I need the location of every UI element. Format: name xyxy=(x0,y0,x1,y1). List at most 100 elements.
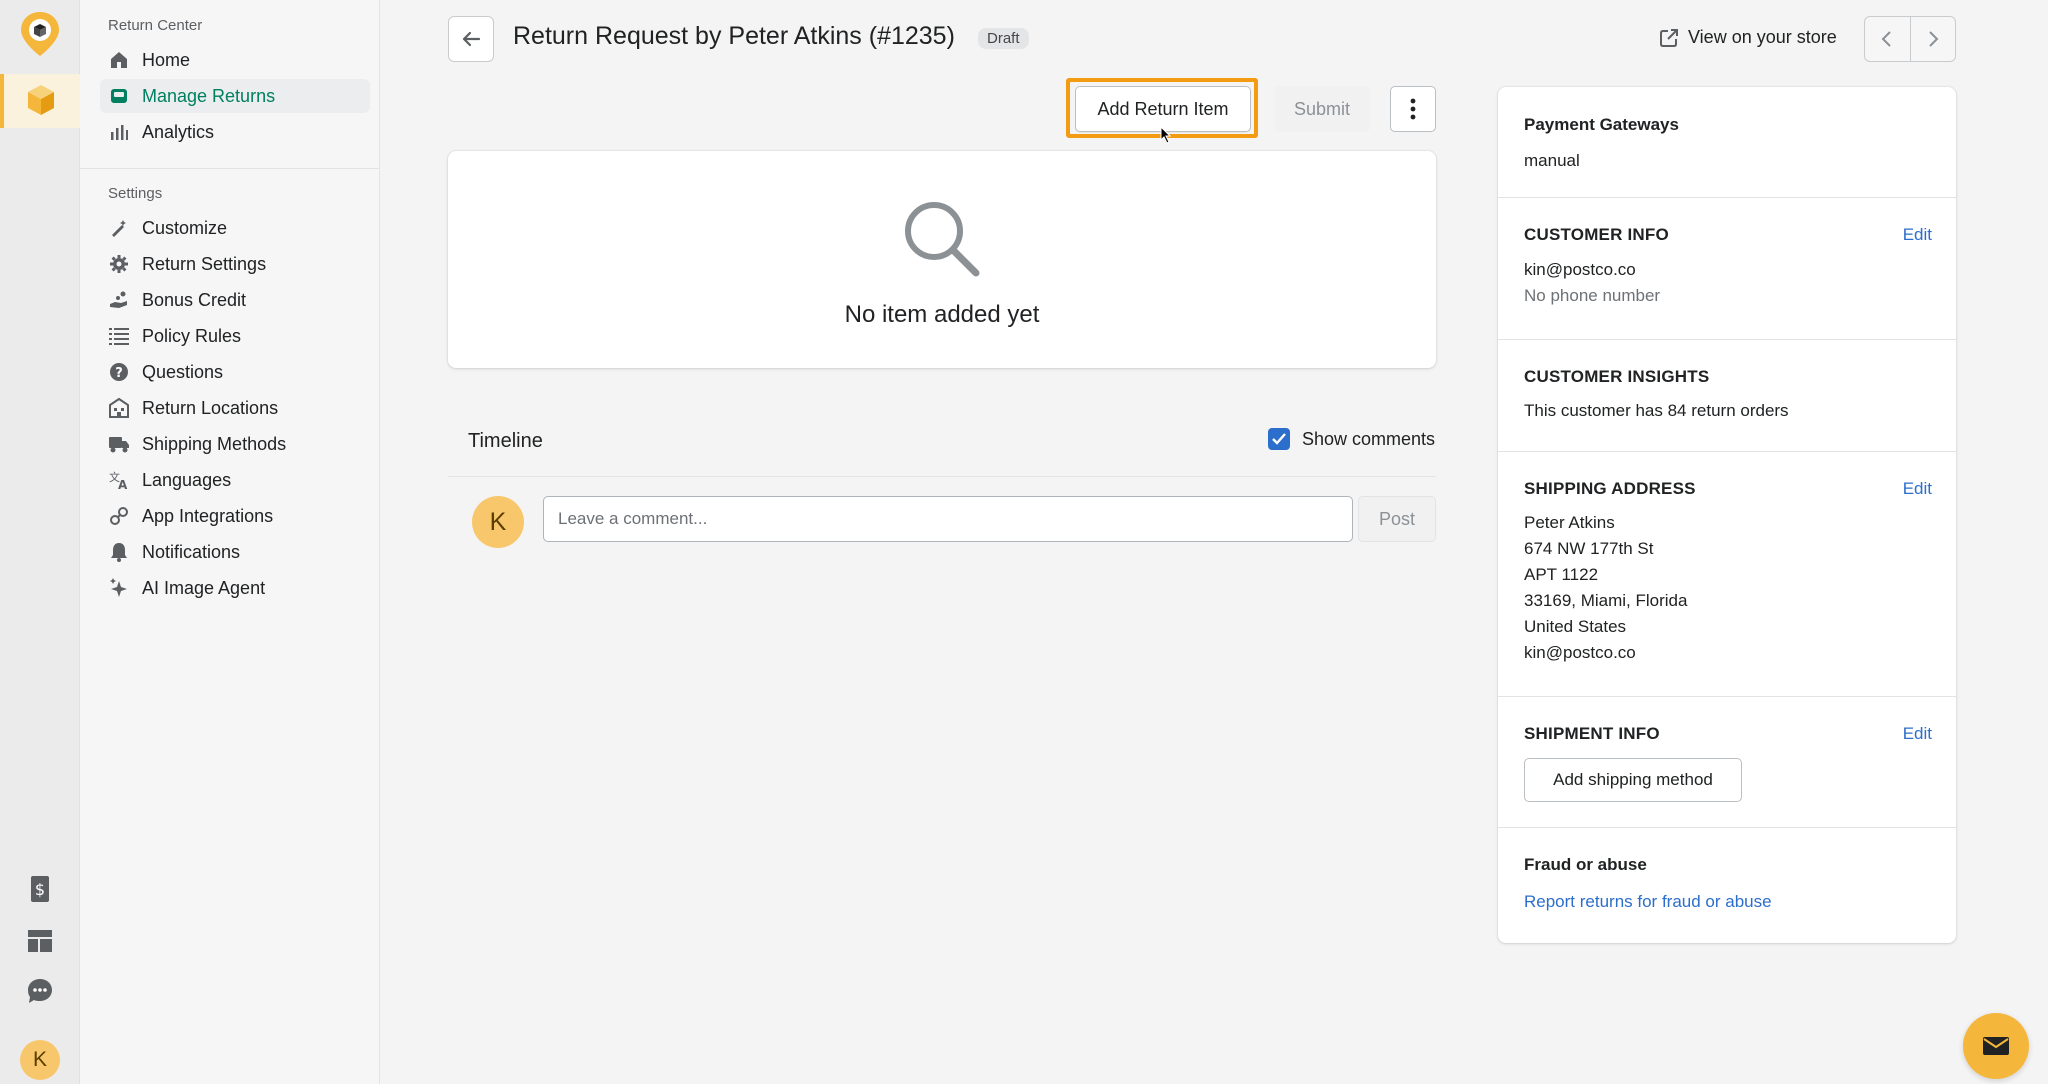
truck-icon xyxy=(108,433,130,455)
inbox-icon xyxy=(108,85,130,107)
sidebar-item-questions[interactable]: ? Questions xyxy=(100,355,370,389)
sidebar-item-return-locations[interactable]: Return Locations xyxy=(100,391,370,425)
show-comments-label: Show comments xyxy=(1302,428,1436,449)
envelope-icon xyxy=(1983,1037,2009,1055)
svg-text:?: ? xyxy=(115,366,123,381)
shipping-address-section: SHIPPING ADDRESS Edit Peter Atkins 674 N… xyxy=(1498,451,1956,696)
status-badge: Draft xyxy=(978,28,1029,49)
shipping-address-edit-link[interactable]: Edit xyxy=(1903,479,1932,499)
view-store-link[interactable]: View on your store xyxy=(1660,27,1837,48)
shipment-info-edit-link[interactable]: Edit xyxy=(1903,724,1932,744)
sidebar-item-home[interactable]: Home xyxy=(100,43,370,77)
more-actions-button[interactable] xyxy=(1390,86,1436,132)
sidebar-item-label: Return Locations xyxy=(142,397,279,418)
nav-section-return-center: Return Center xyxy=(108,17,203,34)
sidebar-item-label: Shipping Methods xyxy=(142,433,287,454)
address-line: Peter Atkins xyxy=(1524,513,1615,532)
fraud-title: Fraud or abuse xyxy=(1524,855,1647,874)
submit-button[interactable]: Submit xyxy=(1274,86,1370,132)
details-panel: Payment Gateways manual CUSTOMER INFO Ed… xyxy=(1498,87,1956,943)
sidebar-item-ai-image-agent[interactable]: AI Image Agent xyxy=(100,571,370,605)
shipping-address-title: SHIPPING ADDRESS xyxy=(1524,479,1696,498)
icon-rail: $ K xyxy=(0,0,80,1084)
magic-wand-icon xyxy=(108,217,130,239)
check-icon xyxy=(1272,433,1286,445)
sidebar-item-manage-returns[interactable]: Manage Returns xyxy=(100,79,370,113)
hand-coins-icon xyxy=(108,289,130,311)
customer-info-section: CUSTOMER INFO Edit kin@postco.co No phon… xyxy=(1498,197,1956,339)
payment-gateways-title: Payment Gateways xyxy=(1524,115,1679,134)
customer-email: kin@postco.co xyxy=(1524,260,1636,279)
sidebar-item-policy-rules[interactable]: Policy Rules xyxy=(100,319,370,353)
magnifier-icon xyxy=(905,202,980,277)
return-items-card: No item added yet xyxy=(448,151,1436,368)
comment-avatar: K xyxy=(472,496,524,548)
sidebar-item-label: App Integrations xyxy=(142,505,274,526)
address-line: 33169, Miami, Florida xyxy=(1524,591,1688,610)
sidebar-item-customize[interactable]: Customize xyxy=(100,211,370,245)
report-fraud-link[interactable]: Report returns for fraud or abuse xyxy=(1524,892,1772,912)
post-button[interactable]: Post xyxy=(1358,496,1436,542)
sidebar-item-notifications[interactable]: Notifications xyxy=(100,535,370,569)
sidebar-item-label: Home xyxy=(142,49,191,70)
gear-icon xyxy=(108,253,130,275)
chevron-right-icon xyxy=(1929,31,1939,47)
sidebar-item-label: Notifications xyxy=(142,541,241,562)
home-icon xyxy=(108,49,130,71)
next-button[interactable] xyxy=(1911,17,1956,61)
sidebar-item-return-settings[interactable]: Return Settings xyxy=(100,247,370,281)
sparkle-icon xyxy=(108,577,130,599)
fraud-section: Fraud or abuse Report returns for fraud … xyxy=(1498,827,1956,943)
checkbox-checked[interactable] xyxy=(1268,428,1290,450)
sidebar-item-analytics[interactable]: Analytics xyxy=(100,115,370,149)
bar-chart-icon xyxy=(108,121,130,143)
sidebar-item-label: Questions xyxy=(142,361,224,382)
layout-icon[interactable] xyxy=(25,926,55,956)
svg-text:A: A xyxy=(118,478,128,490)
customer-info-edit-link[interactable]: Edit xyxy=(1903,225,1932,245)
sidebar-item-languages[interactable]: 文A Languages xyxy=(100,463,370,497)
sidebar-item-shipping-methods[interactable]: Shipping Methods xyxy=(100,427,370,461)
box-icon xyxy=(28,85,54,115)
nav-sidebar: Return Center Home Manage Returns Analyt… xyxy=(80,0,380,1084)
comment-input[interactable] xyxy=(543,496,1353,542)
arrow-left-icon xyxy=(462,31,481,47)
sidebar-item-label: Customize xyxy=(142,217,228,238)
address-email: kin@postco.co xyxy=(1524,643,1636,662)
timeline-divider xyxy=(448,476,1436,477)
page-title: Return Request by Peter Atkins (#1235) xyxy=(513,22,955,50)
shipment-info-section: SHIPMENT INFO Edit Add shipping method xyxy=(1498,696,1956,827)
customer-insights-section: CUSTOMER INSIGHTS This customer has 84 r… xyxy=(1498,339,1956,451)
sidebar-item-label: Return Settings xyxy=(142,253,267,274)
customer-insights-title: CUSTOMER INSIGHTS xyxy=(1524,367,1710,386)
billing-icon[interactable]: $ xyxy=(25,874,55,904)
user-avatar[interactable]: K xyxy=(20,1040,60,1080)
sidebar-item-bonus-credit[interactable]: Bonus Credit xyxy=(100,283,370,317)
empty-state-text: No item added yet xyxy=(844,301,1040,328)
back-button[interactable] xyxy=(448,16,494,62)
sidebar-item-label: Analytics xyxy=(142,121,215,142)
sidebar-item-label: Languages xyxy=(142,469,232,490)
show-comments-checkbox[interactable]: Show comments xyxy=(1268,428,1435,450)
building-icon xyxy=(108,397,130,419)
svg-text:$: $ xyxy=(35,880,45,899)
timeline-title: Timeline xyxy=(468,430,543,452)
address-line: 674 NW 177th St xyxy=(1524,539,1654,558)
previous-button[interactable] xyxy=(1865,17,1911,61)
view-store-label: View on your store xyxy=(1688,27,1837,47)
add-shipping-method-button[interactable]: Add shipping method xyxy=(1524,758,1742,802)
nav-section-settings: Settings xyxy=(108,185,163,202)
support-chat-button[interactable] xyxy=(1963,1013,2029,1079)
sidebar-item-label: Manage Returns xyxy=(142,85,276,106)
chat-icon[interactable] xyxy=(25,976,55,1006)
address-line: United States xyxy=(1524,617,1627,636)
sidebar-item-label: AI Image Agent xyxy=(142,577,266,598)
customer-phone: No phone number xyxy=(1524,286,1661,305)
nav-divider xyxy=(80,168,380,169)
more-vertical-icon xyxy=(1410,98,1416,120)
app-logo-icon[interactable] xyxy=(19,10,61,58)
sidebar-item-app-integrations[interactable]: App Integrations xyxy=(100,499,370,533)
rail-returns-button[interactable] xyxy=(0,74,80,128)
question-circle-icon: ? xyxy=(108,361,130,383)
sidebar-item-label: Bonus Credit xyxy=(142,289,247,310)
